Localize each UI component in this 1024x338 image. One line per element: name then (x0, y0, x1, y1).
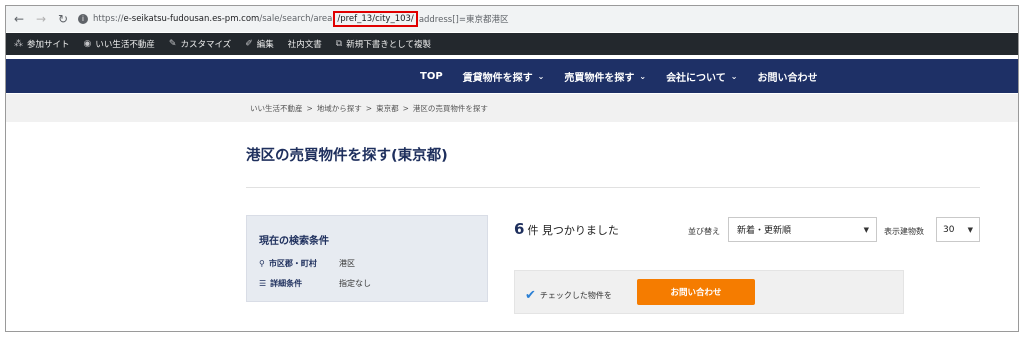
search-conditions-panel: 現在の検索条件 ⚲ 市区郡・町村 港区 ☰ 詳細条件 指定なし (246, 215, 488, 302)
checked-label-text: チェックした物件を (539, 291, 612, 300)
checkmark-icon: ✔ (525, 288, 536, 303)
url-domain: e-seikatsu-fudousan.es-pm.com (123, 14, 260, 24)
url-highlight: /pref_13/city_103/ (333, 11, 418, 27)
result-count: 6件 見つかりました (514, 220, 619, 238)
checked-items-label: ✔ チェックした物件を (525, 288, 612, 303)
wp-admin-bar: ⁂ 参加サイト ◉ いい生活不動産 ✎ カスタマイズ ✐ 編集 社内文書 ⧉ 新規下書きと… (6, 33, 1018, 55)
page-title: 港区の売買物件を探す(東京都) (246, 148, 448, 164)
back-arrow-icon[interactable]: ← (10, 10, 28, 28)
nav-item-rent[interactable]: 賃貸物件を探す ⌄ (463, 69, 545, 84)
nav-label: お問い合わせ (757, 72, 818, 84)
condition-key: 詳細条件 (270, 279, 303, 288)
nav-item-contact[interactable]: お問い合わせ (757, 69, 817, 84)
adminbar-label: 社内文書 (287, 40, 322, 50)
sites-icon: ⁂ (14, 39, 23, 49)
inquiry-button[interactable]: お問い合わせ (637, 279, 755, 305)
conditions-heading: 現在の検索条件 (259, 236, 329, 247)
checked-items-bar: ✔ チェックした物件を お問い合わせ (514, 270, 904, 314)
browser-toolbar: ← → ↻ i https:// e-seikatsu-fudousan.es-… (6, 6, 1018, 32)
breadcrumb-separator: > (306, 103, 313, 113)
adminbar-item-duplicate[interactable]: ⧉ 新規下書きとして複製 (336, 38, 431, 50)
site-info-icon[interactable]: i (78, 14, 88, 24)
forward-arrow-icon[interactable]: → (32, 10, 50, 28)
condition-key: 市区郡・町村 (268, 259, 317, 268)
nav-item-company[interactable]: 会社について ⌄ (666, 69, 737, 84)
result-count-number: 6 (514, 220, 525, 238)
nav-label: 賃貸物件を探す (462, 72, 533, 84)
condition-value: 港区 (339, 259, 355, 268)
pencil-icon: ✐ (245, 39, 253, 49)
adminbar-item-docs[interactable]: 社内文書 (288, 38, 322, 50)
adminbar-label: カスタマイズ (180, 40, 232, 50)
url-path-after: address[]=東京都港区 (418, 15, 509, 25)
adminbar-item-edit[interactable]: ✐ 編集 (245, 38, 274, 50)
nav-label: 会社について (666, 72, 726, 84)
chevron-down-icon: ⌄ (537, 71, 545, 81)
condition-row-detail: ☰ 詳細条件 指定なし (259, 278, 371, 289)
map-pin-icon: ⚲ (259, 259, 265, 268)
breadcrumb-current: 港区の売買物件を探す (412, 103, 488, 113)
breadcrumb-separator: > (402, 103, 409, 113)
adminbar-item-dashboard[interactable]: ◉ いい生活不動産 (84, 38, 155, 50)
adminbar-label: 編集 (256, 40, 274, 50)
chevron-down-icon: ⌄ (730, 71, 738, 81)
condition-value: 指定なし (339, 279, 371, 288)
adminbar-item-sites[interactable]: ⁂ 参加サイト (14, 38, 70, 50)
result-count-suffix: 件 見つかりました (527, 224, 619, 237)
url-path-before: /sale/search/area (259, 14, 333, 24)
per-page-label: 表示建物数 (884, 227, 924, 236)
sort-label: 並び替え (688, 227, 720, 236)
sort-select[interactable]: 新着・更新順 ▼ (728, 217, 877, 242)
condition-row-area: ⚲ 市区郡・町村 港区 (259, 258, 355, 269)
nav-label: TOP (420, 70, 443, 82)
caret-down-icon: ▼ (863, 225, 869, 234)
adminbar-label: 新規下書きとして複製 (346, 40, 431, 50)
reload-icon[interactable]: ↻ (54, 10, 72, 28)
breadcrumb: いい生活不動産 > 地域から探す > 東京都 > 港区の売買物件を探す (6, 94, 1018, 122)
duplicate-icon: ⧉ (335, 39, 343, 49)
breadcrumb-separator: > (365, 103, 373, 113)
per-page-value: 30 (943, 224, 955, 235)
nav-label: 売買物件を探す (564, 72, 635, 84)
adminbar-label: 参加サイト (27, 40, 70, 50)
adminbar-label: いい生活不動産 (95, 40, 155, 50)
list-icon: ☰ (259, 279, 267, 288)
url-prefix: https:// (93, 14, 124, 24)
caret-down-icon: ▼ (967, 225, 973, 234)
address-bar[interactable]: i https:// e-seikatsu-fudousan.es-pm.com… (78, 9, 508, 29)
breadcrumb-link[interactable]: 地域から探す (317, 103, 362, 114)
breadcrumb-link[interactable]: いい生活不動産 (250, 103, 303, 114)
sort-select-value: 新着・更新順 (737, 226, 792, 236)
divider (246, 187, 980, 188)
dashboard-icon: ◉ (83, 39, 92, 49)
site-navigation: TOP 賃貸物件を探す ⌄ 売買物件を探す ⌄ 会社について ⌄ お問い合わせ (6, 59, 1018, 93)
adminbar-item-customize[interactable]: ✎ カスタマイズ (169, 38, 231, 50)
per-page-select[interactable]: 30 ▼ (936, 217, 980, 242)
brush-icon: ✎ (168, 39, 177, 49)
breadcrumb-link[interactable]: 東京都 (376, 103, 399, 114)
nav-item-sale[interactable]: 売買物件を探す ⌄ (564, 69, 646, 84)
nav-item-top[interactable]: TOP (420, 71, 443, 82)
chevron-down-icon: ⌄ (639, 71, 647, 81)
